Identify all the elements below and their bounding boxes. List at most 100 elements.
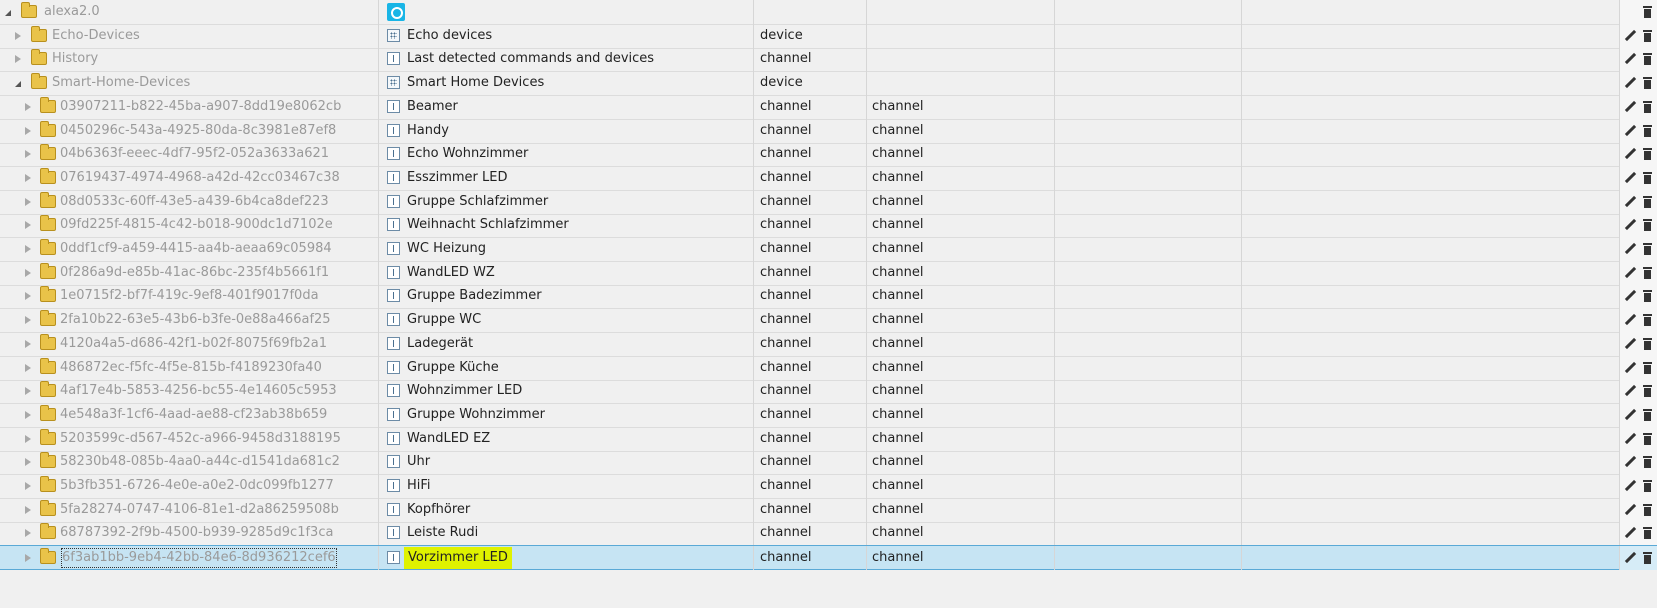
delete-icon[interactable] xyxy=(1641,503,1655,517)
object-name: Uhr xyxy=(407,454,431,469)
delete-icon[interactable] xyxy=(1641,384,1655,398)
expand-toggle-icon[interactable] xyxy=(25,411,31,419)
expand-toggle-icon[interactable] xyxy=(25,245,31,253)
tree-row[interactable]: 5b3fb351-6726-4e0e-a0e2-0dc099fb1277 HiFi… xyxy=(0,474,1657,499)
delete-icon[interactable] xyxy=(1641,313,1655,327)
expand-toggle-icon[interactable] xyxy=(25,482,31,490)
expand-toggle-icon[interactable] xyxy=(25,435,31,443)
tree-row[interactable]: Smart-Home-Devices Smart Home Devices devi… xyxy=(0,71,1657,96)
tree-row[interactable]: 04b6363f-eeec-4df7-95f2-052a3633a621 Echo… xyxy=(0,142,1657,167)
delete-icon[interactable] xyxy=(1641,52,1655,66)
edit-icon[interactable] xyxy=(1623,455,1637,469)
tree-row[interactable]: 4af17e4b-5853-4256-bc55-4e14605c5953 Wohn… xyxy=(0,379,1657,404)
tree-row[interactable]: History Last detected commands and device… xyxy=(0,47,1657,72)
edit-icon[interactable] xyxy=(1623,503,1637,517)
expand-toggle-icon[interactable] xyxy=(25,127,31,135)
tree-row[interactable]: 0ddf1cf9-a459-4415-aa4b-aeaa69c05984 WC H… xyxy=(0,237,1657,262)
tree-row[interactable]: Echo-Devices Echo devices device xyxy=(0,24,1657,49)
expand-toggle-icon[interactable] xyxy=(25,174,31,182)
collapse-toggle-icon[interactable] xyxy=(5,10,11,16)
collapse-toggle-icon[interactable] xyxy=(15,81,21,87)
delete-icon[interactable] xyxy=(1641,76,1655,90)
delete-icon[interactable] xyxy=(1641,100,1655,114)
expand-toggle-icon[interactable] xyxy=(15,32,21,40)
expand-toggle-icon[interactable] xyxy=(25,364,31,372)
delete-icon[interactable] xyxy=(1641,218,1655,232)
expand-toggle-icon[interactable] xyxy=(25,221,31,229)
delete-icon[interactable] xyxy=(1641,337,1655,351)
edit-icon[interactable] xyxy=(1623,408,1637,422)
tree-row[interactable]: 0450296c-543a-4925-80da-8c3981e87ef8 Hand… xyxy=(0,119,1657,144)
delete-icon[interactable] xyxy=(1641,124,1655,138)
delete-icon[interactable] xyxy=(1641,289,1655,303)
tree-row[interactable]: 08d0533c-60ff-43e5-a439-6b4ca8def223 Grup… xyxy=(0,190,1657,215)
tree-row[interactable]: 5fa28274-0747-4106-81e1-d2a86259508b Kopf… xyxy=(0,498,1657,523)
edit-icon[interactable] xyxy=(1623,266,1637,280)
tree-row[interactable]: 1e0715f2-bf7f-419c-9ef8-401f9017f0da Grup… xyxy=(0,284,1657,309)
expand-toggle-icon[interactable] xyxy=(25,340,31,348)
edit-icon[interactable] xyxy=(1623,195,1637,209)
delete-icon[interactable] xyxy=(1641,29,1655,43)
tree-row[interactable]: alexa2.0 xyxy=(0,0,1657,25)
tree-row[interactable]: 07619437-4974-4968-a42d-42cc03467c38 Essz… xyxy=(0,166,1657,191)
delete-icon[interactable] xyxy=(1641,479,1655,493)
delete-icon[interactable] xyxy=(1641,195,1655,209)
tree-row[interactable]: 0f286a9d-e85b-41ac-86bc-235f4b5661f1 Wand… xyxy=(0,261,1657,286)
delete-icon[interactable] xyxy=(1641,432,1655,446)
delete-icon[interactable] xyxy=(1641,408,1655,422)
edit-icon[interactable] xyxy=(1623,526,1637,540)
edit-icon[interactable] xyxy=(1623,100,1637,114)
device-icon xyxy=(387,29,400,42)
expand-toggle-icon[interactable] xyxy=(25,506,31,514)
expand-toggle-icon[interactable] xyxy=(15,55,21,63)
delete-icon[interactable] xyxy=(1641,5,1655,19)
type-cell: channel xyxy=(754,190,867,214)
edit-icon[interactable] xyxy=(1623,242,1637,256)
edit-icon[interactable] xyxy=(1623,124,1637,138)
object-id: 5fa28274-0747-4106-81e1-d2a86259508b xyxy=(60,502,339,517)
delete-icon[interactable] xyxy=(1641,242,1655,256)
expand-toggle-icon[interactable] xyxy=(25,387,31,395)
edit-icon[interactable] xyxy=(1623,313,1637,327)
edit-icon[interactable] xyxy=(1623,29,1637,43)
tree-row[interactable]: 2fa10b22-63e5-43b6-b3fe-0e88a466af25 Grup… xyxy=(0,308,1657,333)
expand-toggle-icon[interactable] xyxy=(25,292,31,300)
tree-row[interactable]: 486872ec-f5fc-4f5e-815b-f4189230fa40 Grup… xyxy=(0,356,1657,381)
edit-icon[interactable] xyxy=(1623,52,1637,66)
tree-row[interactable]: 03907211-b822-45ba-a907-8dd19e8062cb Beam… xyxy=(0,95,1657,120)
edit-icon[interactable] xyxy=(1623,551,1637,565)
edit-icon[interactable] xyxy=(1623,384,1637,398)
room-cell xyxy=(1055,142,1242,166)
tree-row[interactable]: 58230b48-085b-4aa0-a44c-d1541da681c2 Uhr c… xyxy=(0,450,1657,475)
expand-toggle-icon[interactable] xyxy=(25,554,31,562)
expand-toggle-icon[interactable] xyxy=(25,198,31,206)
delete-icon[interactable] xyxy=(1641,526,1655,540)
edit-icon[interactable] xyxy=(1623,289,1637,303)
expand-toggle-icon[interactable] xyxy=(25,316,31,324)
edit-icon[interactable] xyxy=(1623,171,1637,185)
tree-row[interactable]: 4e548a3f-1cf6-4aad-ae88-cf23ab38b659 Grup… xyxy=(0,403,1657,428)
tree-row[interactable]: 68787392-2f9b-4500-b939-9285d9c1f3ca Leis… xyxy=(0,521,1657,546)
expand-toggle-icon[interactable] xyxy=(25,458,31,466)
delete-icon[interactable] xyxy=(1641,171,1655,185)
delete-icon[interactable] xyxy=(1641,147,1655,161)
edit-icon[interactable] xyxy=(1623,432,1637,446)
edit-icon[interactable] xyxy=(1623,147,1637,161)
expand-toggle-icon[interactable] xyxy=(25,150,31,158)
delete-icon[interactable] xyxy=(1641,266,1655,280)
delete-icon[interactable] xyxy=(1641,455,1655,469)
edit-icon[interactable] xyxy=(1623,76,1637,90)
tree-row[interactable]: 09fd225f-4815-4c42-b018-900dc1d7102e Weih… xyxy=(0,213,1657,238)
expand-toggle-icon[interactable] xyxy=(25,103,31,111)
edit-icon[interactable] xyxy=(1623,479,1637,493)
delete-icon[interactable] xyxy=(1641,361,1655,375)
edit-icon[interactable] xyxy=(1623,361,1637,375)
tree-row[interactable]: 6f3ab1bb-9eb4-42bb-84e6-8d936212cef6 Vorz… xyxy=(0,545,1657,570)
edit-icon[interactable] xyxy=(1623,337,1637,351)
tree-row[interactable]: 5203599c-d567-452c-a966-9458d3188195 Wand… xyxy=(0,427,1657,452)
expand-toggle-icon[interactable] xyxy=(25,269,31,277)
tree-row[interactable]: 4120a4a5-d686-42f1-b02f-8075f69fb2a1 Lade… xyxy=(0,332,1657,357)
edit-icon[interactable] xyxy=(1623,218,1637,232)
expand-toggle-icon[interactable] xyxy=(25,529,31,537)
delete-icon[interactable] xyxy=(1641,551,1655,565)
